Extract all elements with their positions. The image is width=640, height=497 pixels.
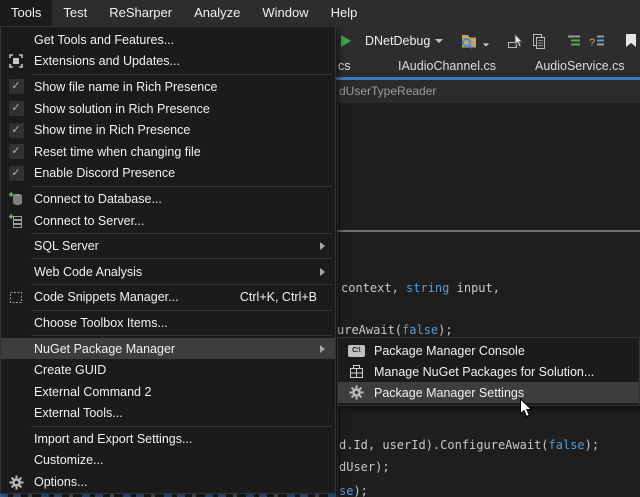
menu-item-show-solution-rich-presence[interactable]: ✓ Show solution in Rich Presence bbox=[1, 98, 335, 120]
menu-item-enable-discord-presence[interactable]: ✓ Enable Discord Presence bbox=[1, 163, 335, 185]
console-icon: C:\ bbox=[338, 345, 374, 357]
find-in-files-button[interactable] bbox=[459, 33, 478, 50]
menu-item-choose-toolbox-items[interactable]: Choose Toolbox Items... bbox=[1, 312, 335, 334]
submenu-arrow-icon bbox=[320, 268, 325, 276]
menu-separator bbox=[31, 186, 333, 187]
chevron-down-icon bbox=[483, 43, 489, 46]
database-icon bbox=[1, 191, 31, 207]
gear-icon bbox=[1, 475, 31, 490]
editor-split-line bbox=[337, 230, 640, 232]
menu-separator bbox=[31, 284, 333, 285]
tools-dropdown-menu: Get Tools and Features... Extensions and… bbox=[0, 26, 336, 494]
find-options-dropdown[interactable] bbox=[482, 43, 490, 47]
play-icon bbox=[340, 34, 352, 48]
navbar-type-dropdown[interactable]: dUserTypeReader bbox=[339, 80, 436, 103]
format-indent-icon bbox=[566, 34, 582, 48]
menu-item-create-guid[interactable]: Create GUID bbox=[1, 359, 335, 381]
menu-item-show-file-name-rich-presence[interactable]: ✓ Show file name in Rich Presence bbox=[1, 76, 335, 98]
submenu-arrow-icon bbox=[320, 242, 325, 250]
menu-test[interactable]: Test bbox=[52, 0, 98, 26]
menu-item-customize[interactable]: Customize... bbox=[1, 450, 335, 472]
code-line: ureAwait(false); bbox=[337, 323, 453, 337]
menu-shortcut: Ctrl+K, Ctrl+B bbox=[240, 290, 327, 304]
menu-separator bbox=[31, 335, 333, 336]
menu-resharper[interactable]: ReSharper bbox=[98, 0, 183, 26]
mouse-cursor bbox=[519, 398, 534, 419]
run-button[interactable] bbox=[340, 34, 352, 48]
menu-separator bbox=[31, 426, 333, 427]
server-icon bbox=[1, 213, 31, 229]
nuget-package-manager-submenu: C:\ Package Manager Console Manage NuGet… bbox=[337, 337, 640, 406]
menu-item-external-tools[interactable]: External Tools... bbox=[1, 403, 335, 425]
bookmark-button[interactable] bbox=[625, 34, 637, 48]
code-line: context, string input, bbox=[341, 281, 500, 295]
menu-separator bbox=[31, 310, 333, 311]
svg-text:?: ? bbox=[589, 37, 595, 48]
menu-item-show-time-rich-presence[interactable]: ✓ Show time in Rich Presence bbox=[1, 119, 335, 141]
menu-separator bbox=[31, 258, 333, 259]
tab-partial[interactable]: cs bbox=[338, 56, 351, 77]
gear-icon bbox=[338, 385, 374, 400]
menu-item-code-snippets-manager[interactable]: Code Snippets Manager... Ctrl+K, Ctrl+B bbox=[1, 287, 335, 309]
tab-iaudiochannel[interactable]: IAudioChannel.cs bbox=[398, 56, 496, 77]
menu-item-connect-to-database[interactable]: Connect to Database... bbox=[1, 188, 335, 210]
snippets-icon bbox=[1, 289, 31, 305]
format-selection-icon: ? bbox=[589, 34, 606, 48]
menu-item-nuget-package-manager[interactable]: NuGet Package Manager bbox=[1, 338, 335, 360]
chevron-down-icon bbox=[435, 39, 443, 43]
menu-item-get-tools-and-features[interactable]: Get Tools and Features... bbox=[1, 29, 335, 51]
menu-tools[interactable]: Tools bbox=[0, 0, 52, 26]
pointer-navigate-icon bbox=[507, 33, 524, 49]
check-icon: ✓ bbox=[9, 123, 24, 138]
submenu-arrow-icon bbox=[320, 345, 325, 353]
menu-item-web-code-analysis[interactable]: Web Code Analysis bbox=[1, 261, 335, 283]
menu-item-package-manager-settings[interactable]: Package Manager Settings bbox=[338, 382, 639, 403]
tab-audioservice[interactable]: AudioService.cs bbox=[535, 56, 625, 77]
menu-window[interactable]: Window bbox=[251, 0, 319, 26]
indent-guide-line bbox=[337, 103, 338, 497]
bookmark-icon bbox=[625, 34, 637, 48]
vs-ide-window: Tools Test ReSharper Analyze Window Help… bbox=[0, 0, 640, 497]
menu-item-manage-nuget-packages-solution[interactable]: Manage NuGet Packages for Solution... bbox=[338, 361, 639, 382]
format-indent-button[interactable] bbox=[566, 34, 582, 48]
extensions-icon bbox=[1, 53, 31, 69]
check-icon: ✓ bbox=[9, 79, 24, 94]
menu-analyze[interactable]: Analyze bbox=[183, 0, 251, 26]
package-icon bbox=[338, 364, 374, 379]
menu-separator bbox=[31, 74, 333, 75]
code-line: dUser); bbox=[339, 460, 390, 474]
menu-item-connect-to-server[interactable]: Connect to Server... bbox=[1, 210, 335, 232]
menu-item-external-command-2[interactable]: External Command 2 bbox=[1, 381, 335, 403]
menu-item-reset-time-changing-file[interactable]: ✓ Reset time when changing file bbox=[1, 141, 335, 163]
debug-target-label: DNetDebug bbox=[365, 34, 430, 48]
code-line: se); bbox=[339, 484, 368, 497]
menu-item-options[interactable]: Options... bbox=[1, 471, 335, 493]
menu-item-extensions-and-updates[interactable]: Extensions and Updates... bbox=[1, 51, 335, 73]
debug-target-dropdown[interactable]: DNetDebug bbox=[359, 34, 443, 48]
format-selection-button[interactable]: ? bbox=[589, 34, 606, 48]
menu-separator bbox=[31, 233, 333, 234]
menu-item-package-manager-console[interactable]: C:\ Package Manager Console bbox=[338, 340, 639, 361]
code-line: d.Id, userId).ConfigureAwait(false); bbox=[339, 438, 599, 452]
menubar: Tools Test ReSharper Analyze Window Help bbox=[0, 0, 640, 26]
menu-help[interactable]: Help bbox=[320, 0, 369, 26]
check-icon: ✓ bbox=[9, 144, 24, 159]
check-icon: ✓ bbox=[9, 166, 24, 181]
copy-document-icon bbox=[531, 33, 547, 50]
check-icon: ✓ bbox=[9, 101, 24, 116]
menu-item-import-export-settings[interactable]: Import and Export Settings... bbox=[1, 428, 335, 450]
menu-item-sql-server[interactable]: SQL Server bbox=[1, 235, 335, 257]
copy-document-button[interactable] bbox=[531, 33, 547, 50]
navigate-pointer-button[interactable] bbox=[507, 33, 524, 49]
find-in-files-icon bbox=[459, 33, 478, 50]
